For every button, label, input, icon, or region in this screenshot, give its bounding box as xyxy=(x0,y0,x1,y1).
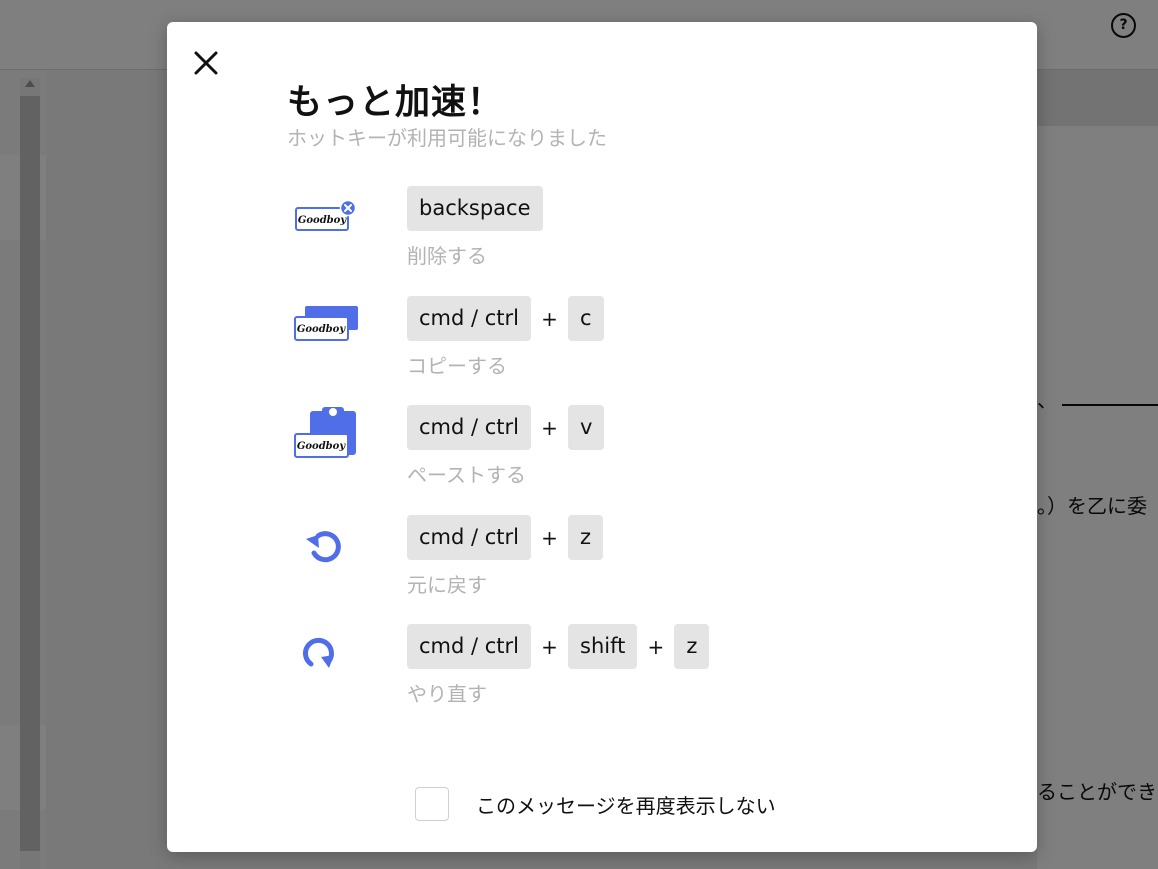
copy-card-icon: Goodboy xyxy=(294,306,358,341)
key-z: z xyxy=(674,624,710,669)
icon-card-label: Goodboy xyxy=(297,324,347,335)
paste-clipboard-icon: Goodboy xyxy=(294,407,356,458)
close-button[interactable] xyxy=(191,48,221,78)
modal-subtitle: ホットキーが利用可能になりました xyxy=(287,126,607,150)
icon-card-label: Goodboy xyxy=(297,441,347,452)
shortcut-description: コピーする xyxy=(407,354,507,378)
key-shift: shift xyxy=(568,624,638,669)
icon-card-label: Goodboy xyxy=(298,215,348,226)
delete-card-icon: Goodboy xyxy=(295,199,357,231)
close-icon xyxy=(194,51,218,75)
shortcut-keys: cmd / ctrl + c xyxy=(407,296,604,341)
shortcut-row-delete: Goodboy backspace 削除する xyxy=(287,186,987,276)
shortcut-keys: cmd / ctrl + shift + z xyxy=(407,624,710,669)
key-separator: + xyxy=(541,306,558,331)
key-cmd-ctrl: cmd / ctrl xyxy=(407,515,532,560)
shortcut-keys: cmd / ctrl + z xyxy=(407,515,604,560)
key-v: v xyxy=(568,405,605,450)
key-separator: + xyxy=(541,634,558,659)
shortcut-row-copy: Goodboy cmd / ctrl + c コピーする xyxy=(287,296,987,386)
shortcut-row-redo: cmd / ctrl + shift + z やり直す xyxy=(287,624,987,714)
shortcut-description: 削除する xyxy=(407,244,487,268)
key-separator: + xyxy=(541,415,558,440)
modal-title: もっと加速！ xyxy=(287,83,504,123)
key-cmd-ctrl: cmd / ctrl xyxy=(407,296,532,341)
dont-show-again-row: このメッセージを再度表示しない xyxy=(415,786,776,822)
redo-icon xyxy=(303,637,334,668)
hotkey-modal: もっと加速！ ホットキーが利用可能になりました Goodboy backspac… xyxy=(167,22,1037,852)
shortcut-keys: backspace xyxy=(407,186,543,231)
key-cmd-ctrl: cmd / ctrl xyxy=(407,624,532,669)
key-z: z xyxy=(568,515,604,560)
dont-show-again-label[interactable]: このメッセージを再度表示しない xyxy=(476,790,776,819)
shortcut-description: 元に戻す xyxy=(407,573,487,597)
key-cmd-ctrl: cmd / ctrl xyxy=(407,405,532,450)
key-backspace: backspace xyxy=(407,186,543,231)
shortcut-description: ペーストする xyxy=(407,463,526,487)
key-separator: + xyxy=(541,525,558,550)
key-c: c xyxy=(568,296,604,341)
shortcut-description: やり直す xyxy=(407,682,487,706)
shortcut-keys: cmd / ctrl + v xyxy=(407,405,605,450)
key-separator: + xyxy=(647,634,665,659)
undo-icon xyxy=(306,531,341,563)
shortcut-row-undo: cmd / ctrl + z 元に戻す xyxy=(287,515,987,605)
dont-show-again-checkbox[interactable] xyxy=(415,787,449,821)
shortcut-row-paste: Goodboy cmd / ctrl + v ペーストする xyxy=(287,405,987,495)
